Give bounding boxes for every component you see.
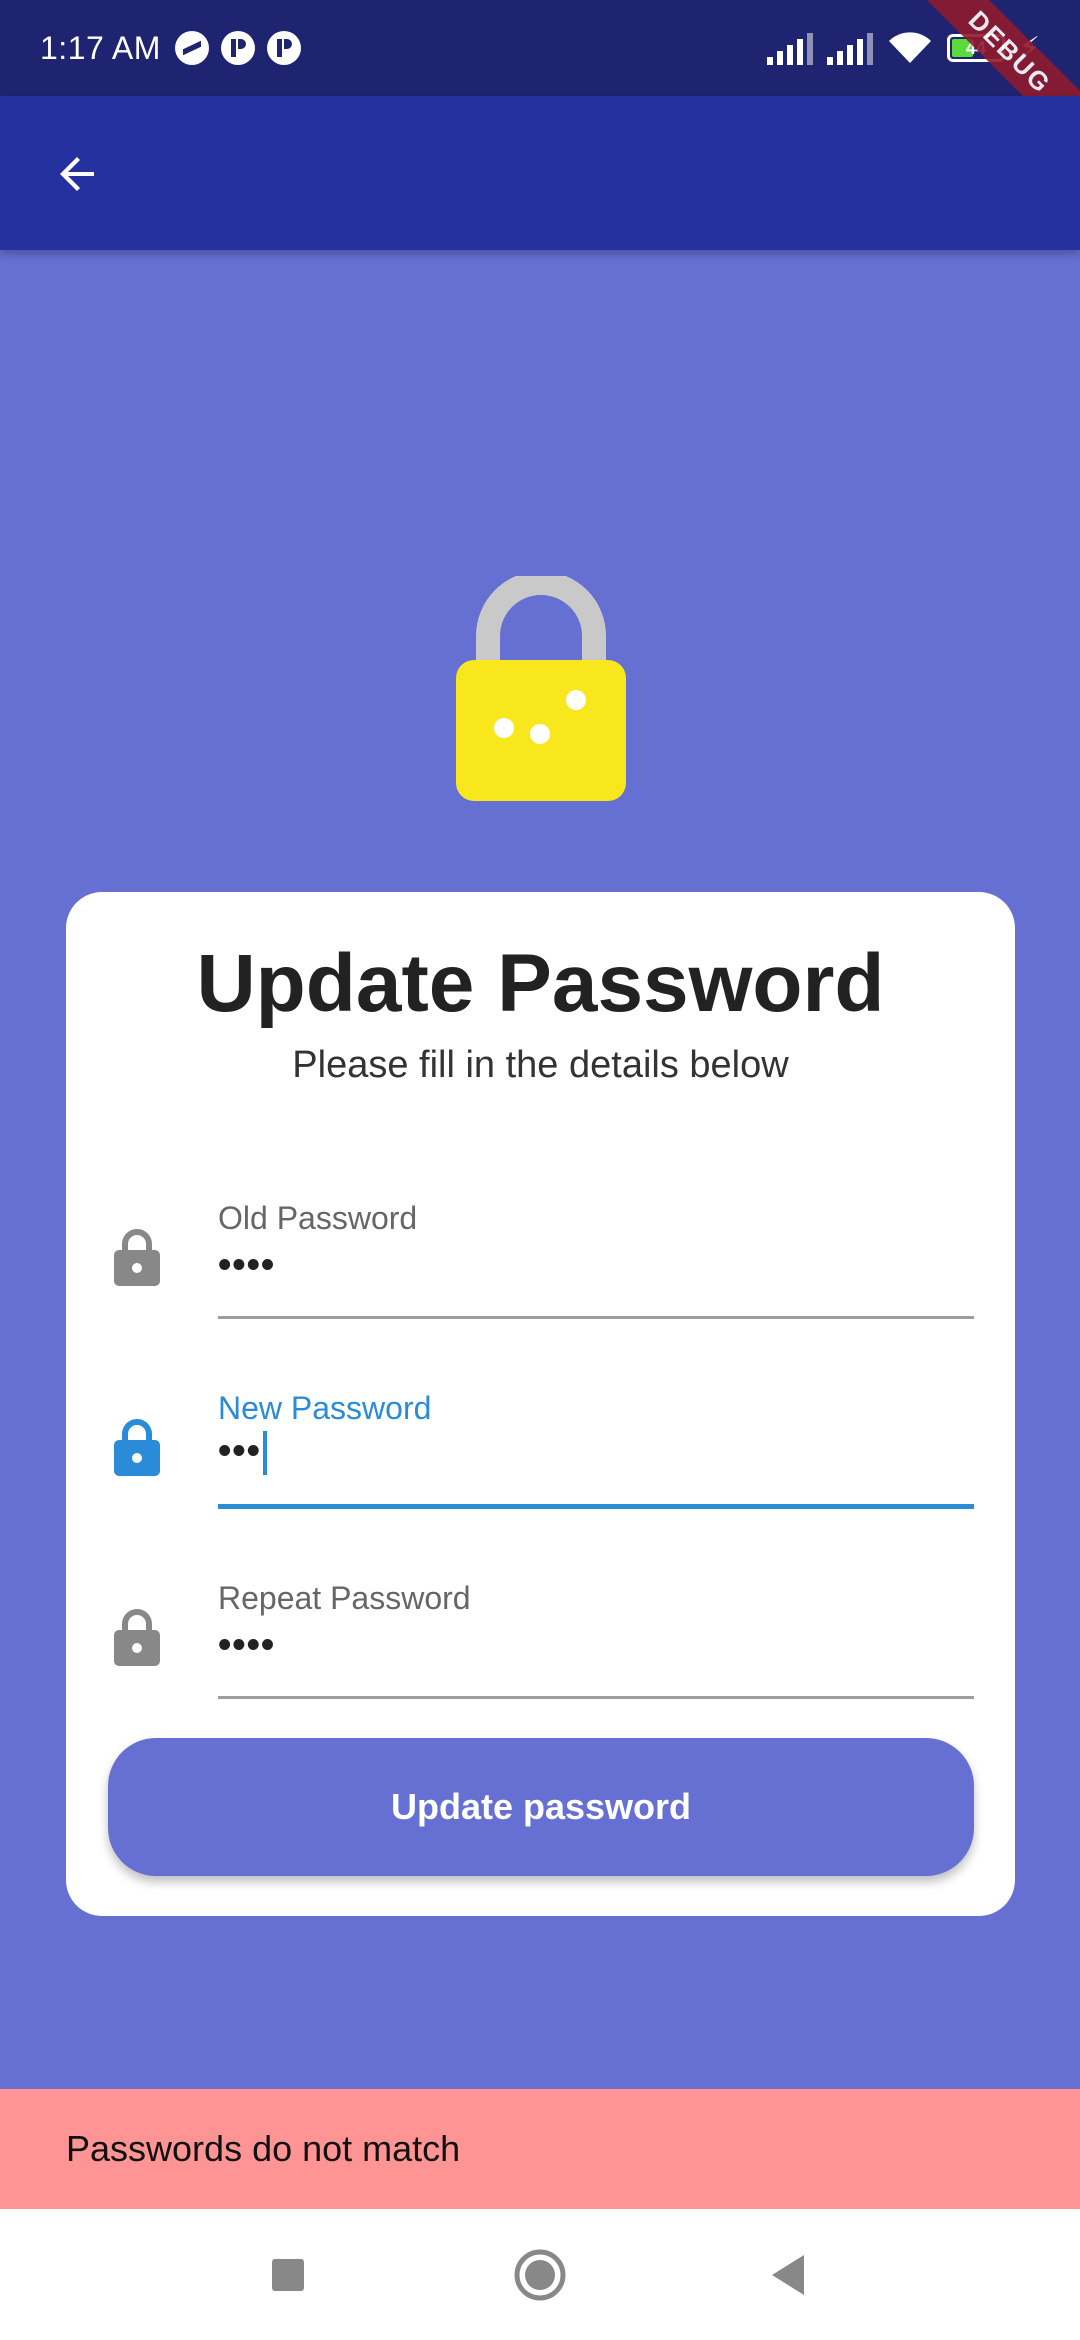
- update-password-button[interactable]: Update password: [108, 1738, 974, 1876]
- field-value: •••: [218, 1430, 261, 1472]
- snackbar-message: Passwords do not match: [66, 2128, 461, 2169]
- field-value-wrap: •••: [218, 1430, 267, 1475]
- recents-button[interactable]: [228, 2209, 348, 2340]
- repeat-password-field[interactable]: Repeat Password ••••: [66, 1562, 1015, 1732]
- app-bar: [0, 96, 1080, 250]
- app-notification-icon: [266, 31, 301, 65]
- messenger-icon: [174, 31, 209, 65]
- circle-icon: [514, 2249, 566, 2300]
- signal-icon: [766, 31, 813, 65]
- lock-icon: [114, 1609, 160, 1666]
- field-label: Old Password: [218, 1200, 418, 1236]
- nav-back-button[interactable]: [728, 2209, 848, 2340]
- field-value: ••••: [218, 1624, 276, 1666]
- lock-illustration: [456, 576, 626, 801]
- lock-icon: [114, 1229, 160, 1286]
- page-title: Update Password: [196, 938, 885, 1029]
- home-button[interactable]: [480, 2209, 600, 2340]
- lock-icon: [114, 1419, 160, 1476]
- old-password-field[interactable]: Old Password ••••: [66, 1182, 1015, 1352]
- page-subtitle: Please fill in the details below: [292, 1044, 789, 1086]
- new-password-field[interactable]: New Password •••: [66, 1372, 1015, 1542]
- error-snackbar: Passwords do not match: [0, 2089, 1080, 2209]
- triangle-back-icon: [772, 2254, 804, 2295]
- field-value: ••••: [218, 1244, 276, 1286]
- field-label: New Password: [218, 1390, 432, 1426]
- update-password-card: Update Password Please fill in the detai…: [66, 892, 1015, 1916]
- signal-icon: [826, 31, 873, 65]
- field-label: Repeat Password: [218, 1580, 471, 1616]
- back-button[interactable]: [40, 136, 116, 212]
- system-nav-bar: [0, 2209, 1080, 2340]
- square-icon: [272, 2258, 304, 2291]
- app-notification-icon: [220, 31, 255, 65]
- field-underline: [218, 1696, 974, 1699]
- status-bar: 1:17 AM 44 ⚡ DEBUG: [0, 0, 1080, 167]
- status-time: 1:17 AM: [40, 29, 161, 66]
- wifi-icon: [888, 32, 931, 63]
- arrow-left-icon: [60, 157, 94, 191]
- field-underline: [218, 1504, 974, 1509]
- notification-icons: [174, 31, 301, 65]
- text-caret: [262, 1430, 267, 1475]
- field-underline: [218, 1316, 974, 1319]
